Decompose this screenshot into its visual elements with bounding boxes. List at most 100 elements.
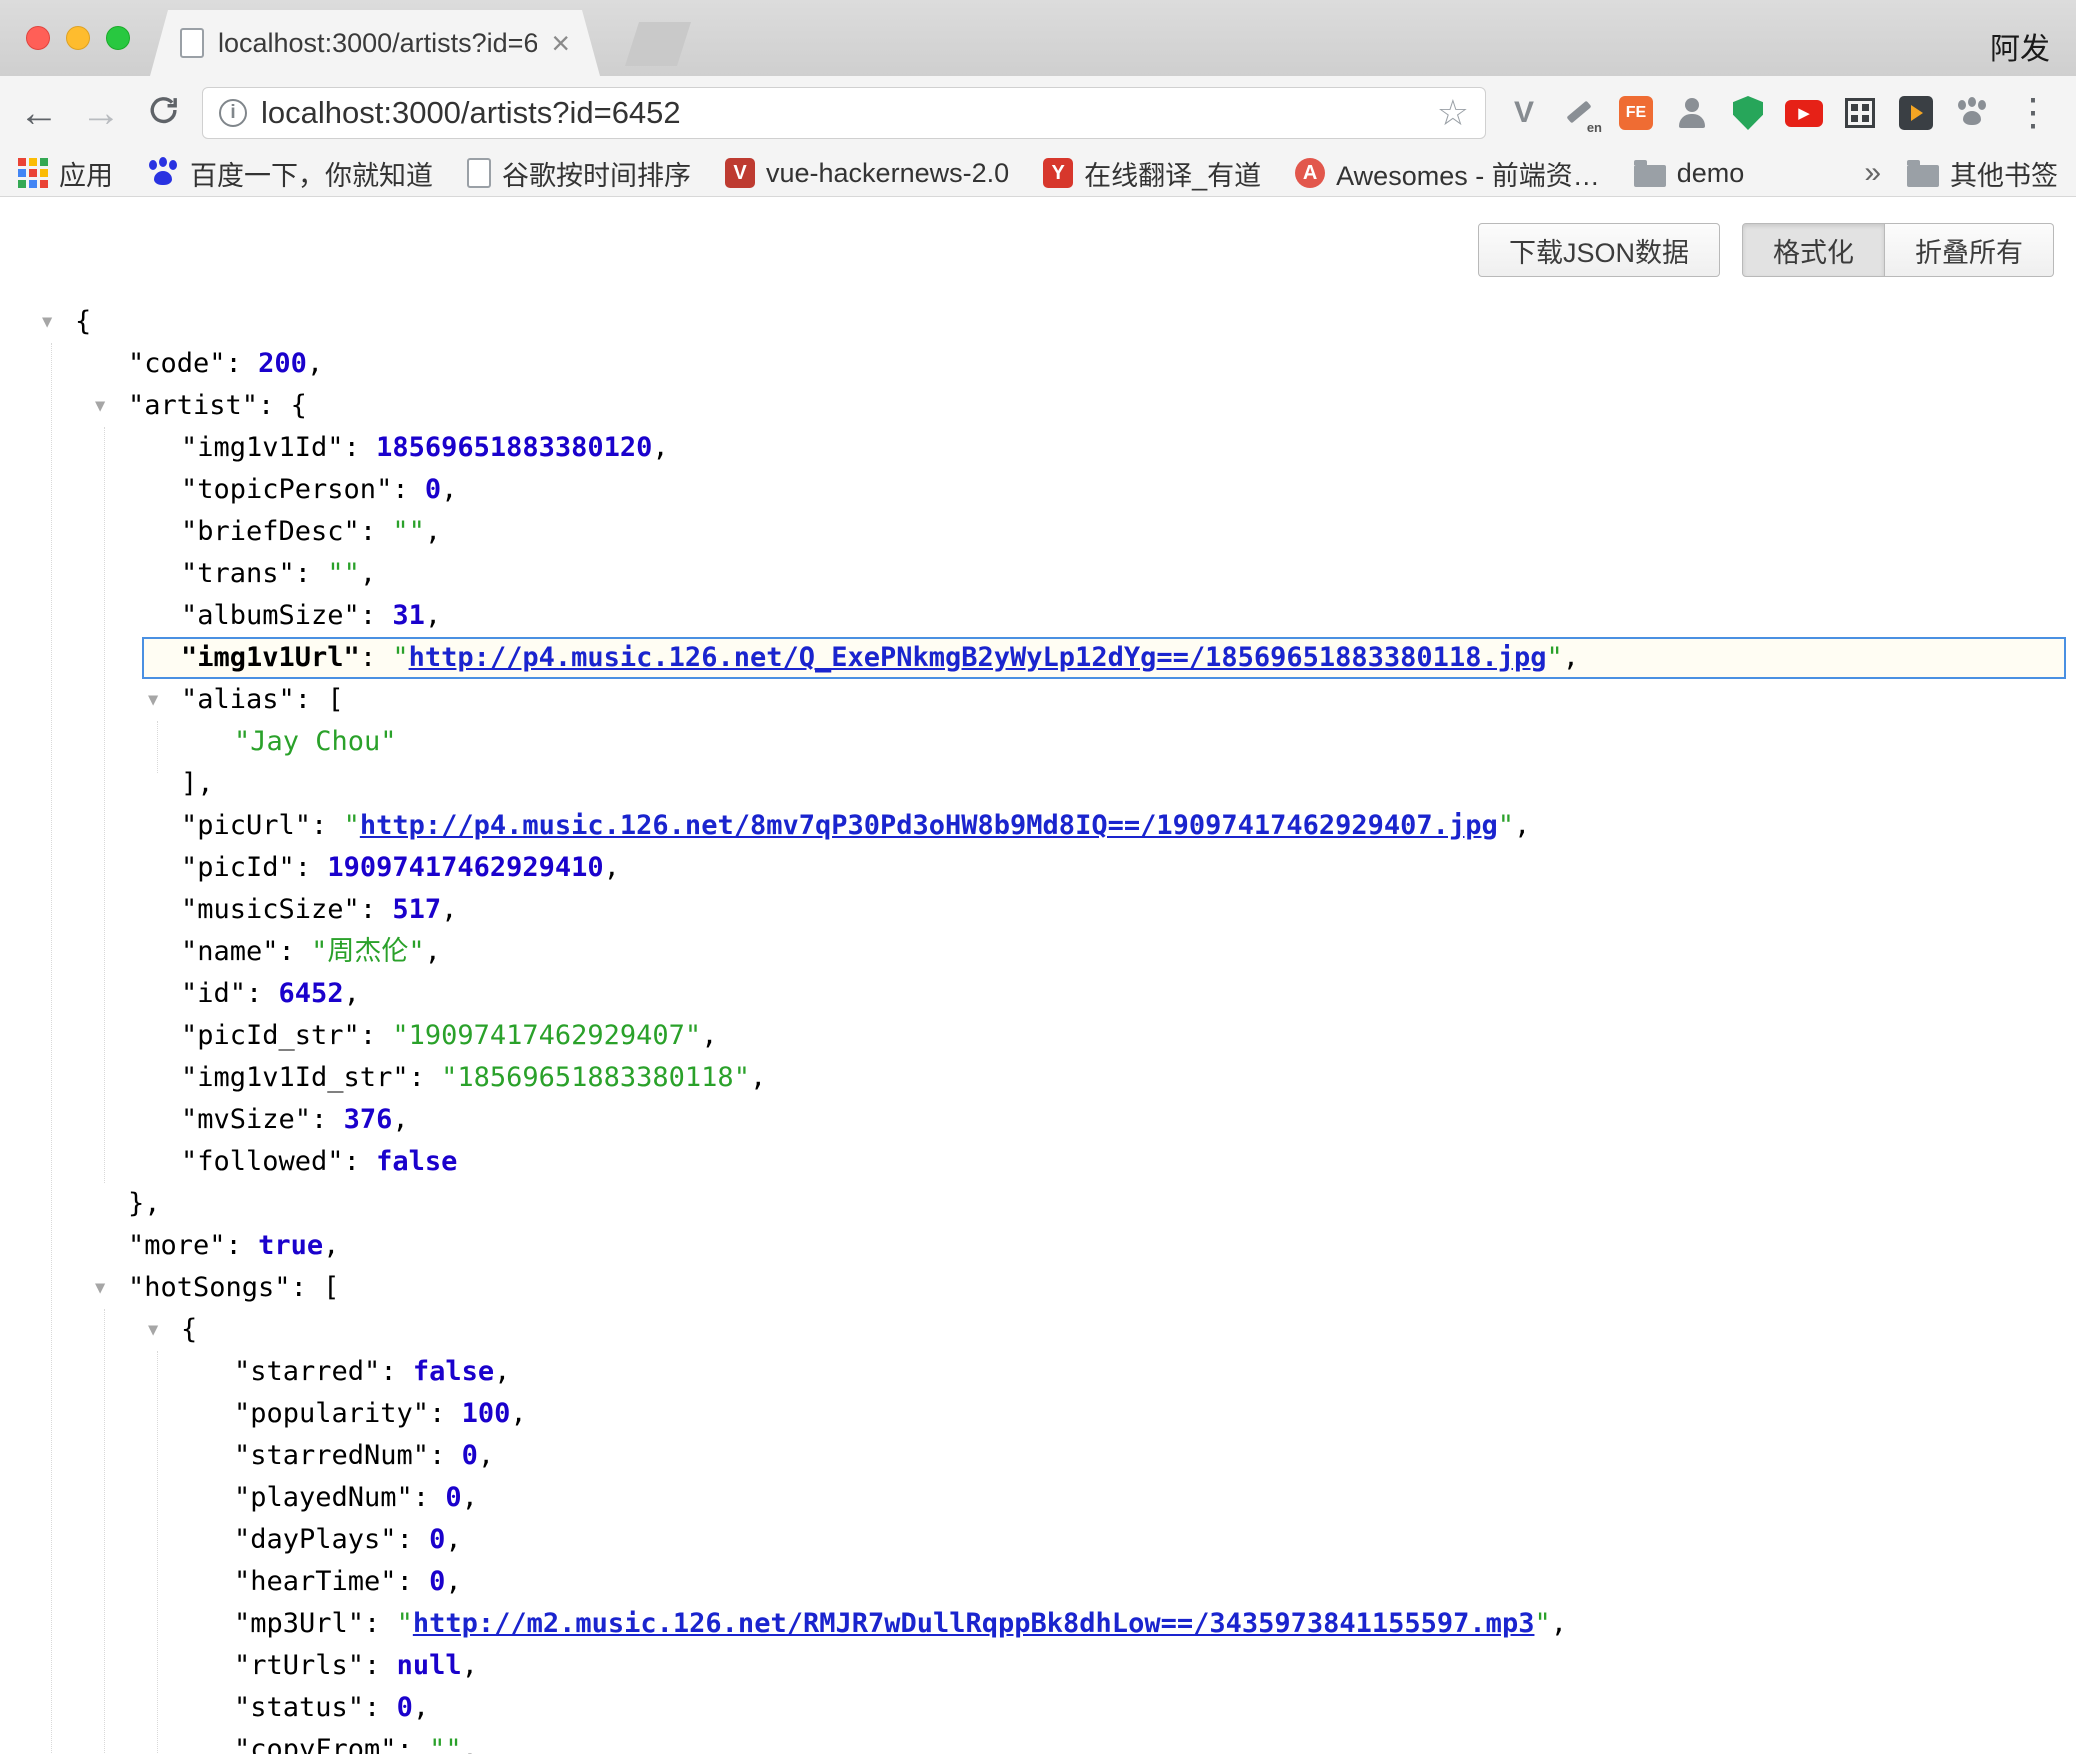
json-punctuation: : bbox=[291, 1272, 324, 1303]
json-punctuation: , bbox=[510, 1398, 526, 1429]
bookmark-google-sort[interactable]: 谷歌按时间排序 bbox=[467, 154, 691, 193]
json-line: ▼"alias": [ bbox=[0, 679, 2076, 721]
profile-person-icon[interactable] bbox=[1670, 91, 1714, 135]
document-icon bbox=[467, 158, 491, 188]
json-punctuation: , bbox=[441, 894, 457, 925]
bookmark-awesomes[interactable]: A Awesomes - 前端资… bbox=[1295, 154, 1600, 193]
json-punctuation: , bbox=[701, 1020, 717, 1051]
json-key: "status" bbox=[234, 1692, 364, 1723]
fe-extension-icon[interactable]: FE bbox=[1614, 91, 1658, 135]
json-key: "picId" bbox=[181, 852, 295, 883]
browser-menu-icon[interactable]: ⋮ bbox=[2006, 94, 2060, 132]
json-line: "albumSize": 31, bbox=[0, 595, 2076, 637]
json-punctuation: , bbox=[462, 1650, 478, 1681]
browser-toolbar: ← → i localhost:3000/artists?id=6452 ☆ V… bbox=[0, 76, 2076, 150]
reload-button[interactable] bbox=[140, 93, 186, 134]
json-punctuation: : bbox=[344, 1146, 377, 1177]
json-line: "topicPerson": 0, bbox=[0, 469, 2076, 511]
reload-icon bbox=[146, 93, 180, 127]
collapse-all-button[interactable]: 折叠所有 bbox=[1885, 223, 2054, 277]
json-key: "img1v1Url" bbox=[181, 642, 360, 673]
json-key: "mp3Url" bbox=[234, 1608, 364, 1639]
collapse-toggle-icon[interactable]: ▼ bbox=[95, 1267, 105, 1309]
json-key: "popularity" bbox=[234, 1398, 429, 1429]
json-string: "" bbox=[327, 558, 360, 589]
address-bar[interactable]: i localhost:3000/artists?id=6452 ☆ bbox=[202, 87, 1486, 139]
youtube-icon[interactable]: ▶ bbox=[1782, 91, 1826, 135]
json-url-link[interactable]: http://p4.music.126.net/8mv7qP30Pd3oHW8b… bbox=[360, 810, 1498, 841]
back-button[interactable]: ← bbox=[16, 93, 62, 133]
json-punctuation: : bbox=[413, 1482, 446, 1513]
collapse-toggle-icon[interactable]: ▼ bbox=[148, 1309, 158, 1351]
new-tab-button[interactable] bbox=[625, 22, 691, 66]
json-key: "briefDesc" bbox=[181, 516, 360, 547]
json-literal: false bbox=[376, 1146, 457, 1177]
json-punctuation: , bbox=[652, 432, 668, 463]
folder-icon bbox=[1634, 165, 1666, 187]
format-button[interactable]: 格式化 bbox=[1742, 223, 1885, 277]
collapse-toggle-icon[interactable]: ▼ bbox=[148, 679, 158, 721]
json-punctuation: , bbox=[413, 1692, 429, 1723]
other-bookmarks[interactable]: 其他书签 bbox=[1907, 154, 2058, 193]
json-url-link[interactable]: http://m2.music.126.net/RMJR7wDullRqppBk… bbox=[413, 1608, 1535, 1639]
tab-bar: localhost:3000/artists?id=645 × 阿发 bbox=[0, 0, 2076, 76]
youdao-sub-label: en bbox=[1587, 120, 1602, 135]
json-line: "followed": false bbox=[0, 1141, 2076, 1183]
tab-close-icon[interactable]: × bbox=[551, 27, 570, 59]
player-extension-icon[interactable] bbox=[1894, 91, 1938, 135]
bookmark-baidu[interactable]: 百度一下，你就知道 bbox=[147, 154, 433, 193]
json-punctuation: : bbox=[409, 1062, 442, 1093]
json-line: "musicSize": 517, bbox=[0, 889, 2076, 931]
play-icon: ▶ bbox=[1785, 100, 1823, 127]
json-line: "img1v1Id_str": "18569651883380118", bbox=[0, 1057, 2076, 1099]
page-favicon-icon bbox=[180, 28, 204, 58]
qr-code-icon[interactable] bbox=[1838, 91, 1882, 135]
collapse-toggle-icon[interactable]: ▼ bbox=[42, 301, 52, 343]
json-key: "albumSize" bbox=[181, 600, 360, 631]
json-string: "周杰伦" bbox=[311, 936, 425, 967]
json-number: 31 bbox=[392, 600, 425, 631]
vue-icon: V bbox=[725, 158, 755, 188]
json-number: 517 bbox=[392, 894, 441, 925]
json-line: "playedNum": 0, bbox=[0, 1477, 2076, 1519]
json-number: 376 bbox=[344, 1104, 393, 1135]
bookmark-apps[interactable]: 应用 bbox=[18, 154, 113, 193]
json-punctuation: : bbox=[226, 348, 259, 379]
json-punctuation: : bbox=[380, 1356, 413, 1387]
json-punctuation: }, bbox=[128, 1188, 161, 1219]
profile-name[interactable]: 阿发 bbox=[1990, 24, 2050, 68]
adblock-shield-icon[interactable] bbox=[1726, 91, 1770, 135]
bookmark-label: vue-hackernews-2.0 bbox=[766, 158, 1009, 189]
close-window-button[interactable] bbox=[26, 26, 50, 50]
bookmarks-overflow-icon[interactable]: » bbox=[1864, 156, 1881, 190]
site-info-icon[interactable]: i bbox=[219, 99, 247, 127]
json-line: "trans": "", bbox=[0, 553, 2076, 595]
json-punctuation: , bbox=[750, 1062, 766, 1093]
json-punctuation: : bbox=[397, 1566, 430, 1597]
youdao-translate-icon[interactable]: en bbox=[1558, 91, 1602, 135]
other-bookmarks-label: 其他书签 bbox=[1950, 154, 2058, 193]
bookmark-youdao[interactable]: Y 在线翻译_有道 bbox=[1043, 154, 1261, 193]
vimium-icon[interactable]: V bbox=[1502, 91, 1546, 135]
collapse-toggle-icon[interactable]: ▼ bbox=[95, 385, 105, 427]
download-json-button[interactable]: 下载JSON数据 bbox=[1478, 223, 1720, 277]
json-key: "mvSize" bbox=[181, 1104, 311, 1135]
json-punctuation: : bbox=[295, 684, 328, 715]
minimize-window-button[interactable] bbox=[66, 26, 90, 50]
fullscreen-window-button[interactable] bbox=[106, 26, 130, 50]
json-punctuation: : bbox=[279, 936, 312, 967]
paw-extension-icon[interactable] bbox=[1950, 91, 1994, 135]
baidu-paw-icon bbox=[147, 157, 179, 189]
bookmark-label: Awesomes - 前端资… bbox=[1336, 154, 1600, 193]
browser-tab[interactable]: localhost:3000/artists?id=645 × bbox=[150, 10, 600, 76]
url-input[interactable]: localhost:3000/artists?id=6452 bbox=[261, 95, 681, 131]
bookmark-demo[interactable]: demo bbox=[1634, 158, 1745, 189]
apps-grid-icon bbox=[18, 158, 48, 188]
bookmark-star-icon[interactable]: ☆ bbox=[1437, 95, 1469, 131]
json-line: ▼{ bbox=[0, 1309, 2076, 1351]
json-url-link[interactable]: http://p4.music.126.net/Q_ExePNkmgB2yWyL… bbox=[409, 642, 1547, 673]
json-punctuation: , bbox=[462, 1734, 478, 1754]
bookmark-vue-hackernews[interactable]: V vue-hackernews-2.0 bbox=[725, 158, 1009, 189]
json-string: " bbox=[1498, 810, 1514, 841]
json-line: "code": 200, bbox=[0, 343, 2076, 385]
